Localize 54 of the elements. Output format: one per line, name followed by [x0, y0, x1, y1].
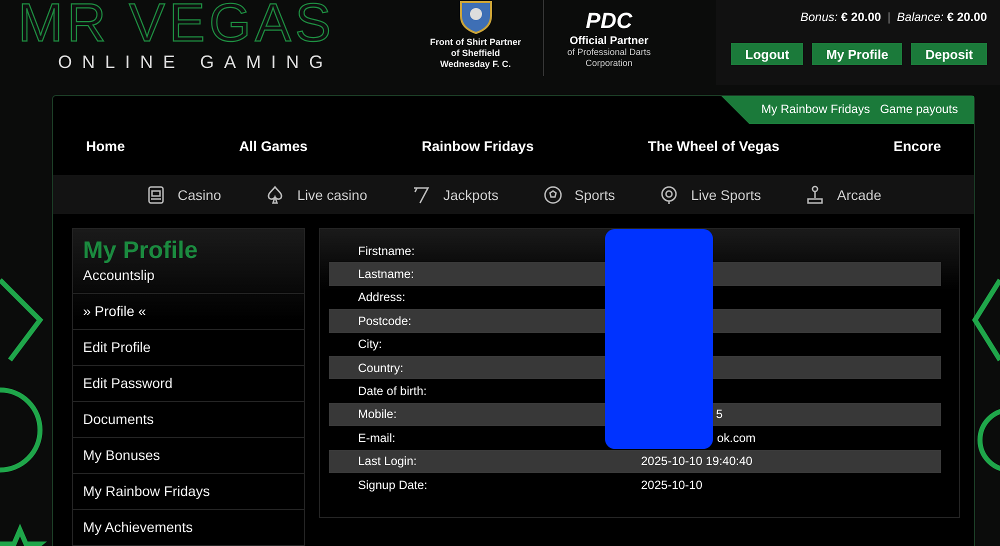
account-button[interactable]: My Profile — [812, 43, 902, 65]
field-label: Signup Date: — [358, 478, 428, 492]
nav-link[interactable]: Encore — [894, 138, 941, 165]
nav-link[interactable]: Home — [86, 138, 125, 165]
nav-link[interactable]: All Games — [239, 138, 308, 165]
field-label: Mobile: — [358, 407, 398, 422]
soccer-ball-icon — [542, 184, 562, 204]
field-label: City: — [358, 337, 383, 352]
account-button[interactable]: Logout — [731, 43, 804, 65]
field-label: Postcode: — [358, 314, 412, 328]
field-value: 2025-10-10 — [641, 478, 702, 492]
field-label: Address: — [358, 290, 406, 304]
sidebar-item[interactable]: My Rainbow Fridays — [73, 474, 304, 510]
field-label: Lastname: — [358, 267, 416, 282]
sidebar-title: My Profile — [82, 236, 199, 265]
number-seven-icon — [411, 184, 432, 204]
separator: | — [887, 10, 891, 24]
account-button[interactable]: Deposit — [911, 43, 987, 65]
pdc-logo: PDC — [586, 7, 632, 30]
slot-machine-icon — [146, 184, 166, 204]
sidebar-item[interactable]: Edit Password — [73, 366, 304, 402]
field-label: Firstname: — [358, 244, 416, 258]
logo-title: MR VEGAS — [18, 0, 336, 46]
logo-tagline: ONLINE GAMING — [57, 52, 334, 73]
partner-caption: Front of Shirt Partner of Sheffield Wednesday F. C. — [430, 37, 521, 70]
nav-link[interactable]: Rainbow Fridays — [422, 138, 534, 165]
sidebar-item[interactable]: My Achievements — [73, 510, 304, 546]
category-link[interactable]: Jackpots — [411, 184, 498, 204]
category-link[interactable]: Live Sports — [658, 184, 762, 204]
location-pin-icon — [658, 184, 679, 204]
category-link[interactable]: Live casino — [265, 184, 368, 204]
partner-heading: Official Partner — [570, 35, 648, 47]
field-label: E-mail: — [358, 430, 396, 445]
category-link[interactable]: Arcade — [805, 184, 882, 204]
field-label: Country: — [358, 360, 404, 375]
top-link[interactable]: Game payouts — [880, 102, 958, 116]
category-link[interactable]: Casino — [146, 184, 222, 204]
sidebar-item[interactable]: » Profile « — [73, 294, 304, 330]
top-link[interactable]: My Rainbow Fridays — [761, 102, 870, 116]
balance-amount: Balance: € 20.00 — [896, 10, 987, 24]
field-label: Date of birth: — [358, 384, 428, 398]
category-link[interactable]: Sports — [542, 184, 615, 204]
field-label: Last Login: — [358, 454, 418, 468]
field-value: ok.com — [717, 430, 756, 445]
bonus-amount: Bonus: € 20.00 — [800, 10, 882, 24]
sidebar-item[interactable]: Documents — [73, 402, 304, 438]
joystick-icon — [805, 184, 826, 204]
field-value: 2025-10-10 19:40:40 — [641, 454, 752, 468]
sidebar-item[interactable]: Accountslip — [73, 265, 304, 294]
sidebar-item[interactable]: My Bonuses — [73, 438, 304, 474]
sidebar-item[interactable]: Edit Profile — [73, 330, 304, 366]
field-value: 5 — [716, 407, 723, 422]
nav-link[interactable]: The Wheel of Vegas — [648, 138, 780, 165]
partner-caption: of Professional Darts Corporation — [567, 47, 651, 69]
